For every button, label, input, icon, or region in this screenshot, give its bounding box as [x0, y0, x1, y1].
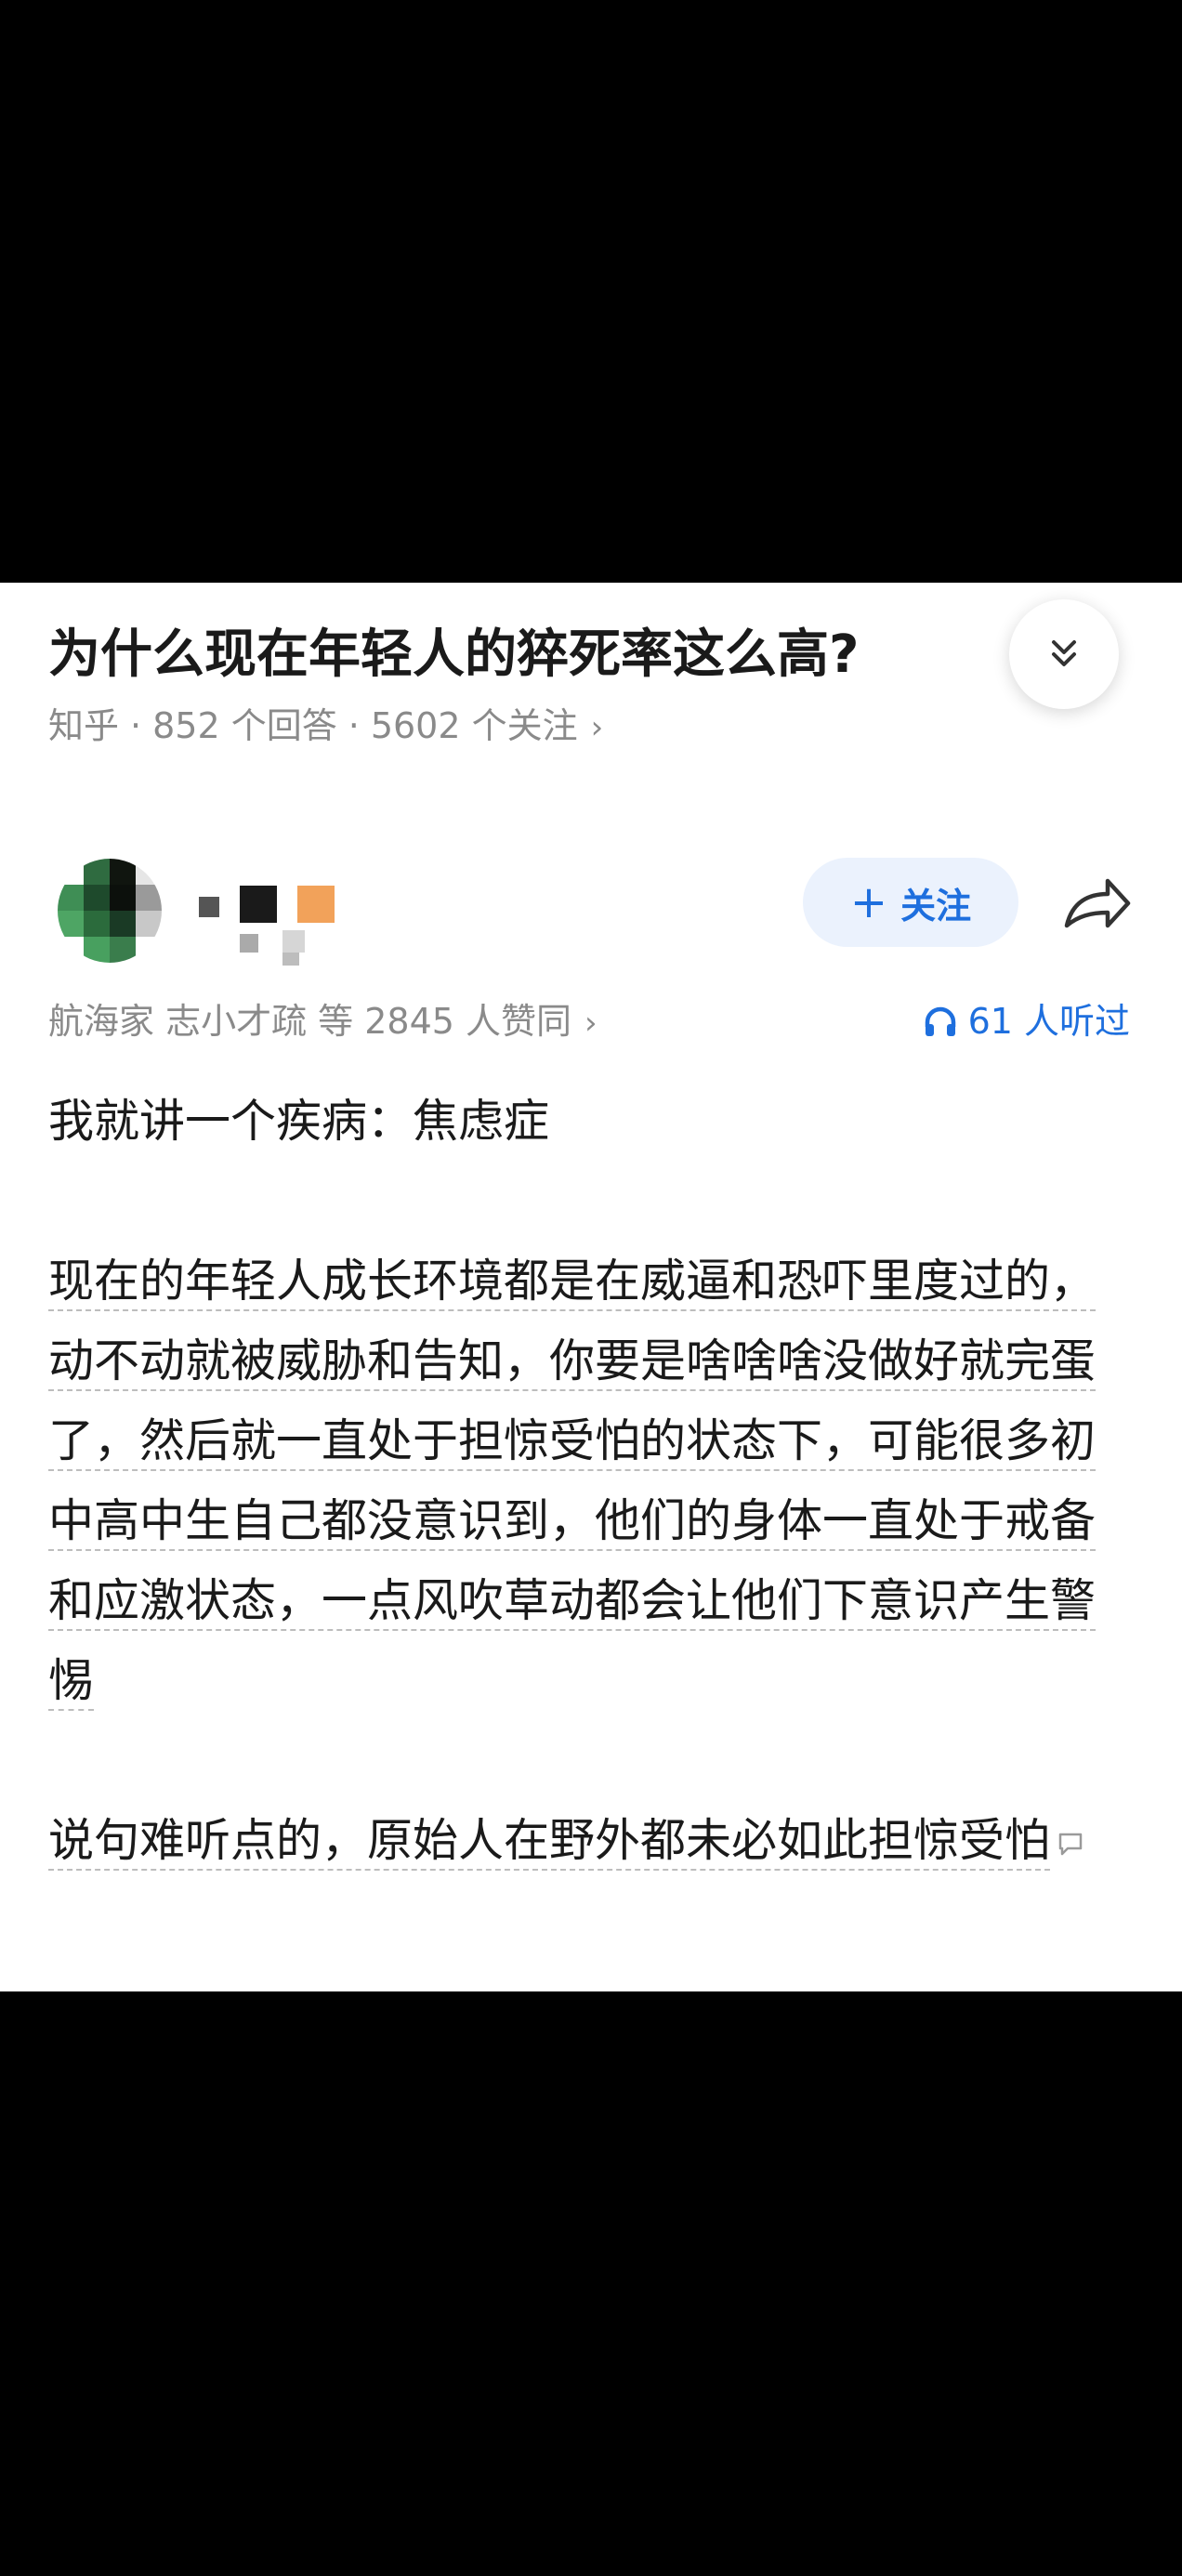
headphone-icon [925, 1006, 955, 1036]
followers-count: 5602 个关注 [370, 705, 578, 746]
collapse-button[interactable] [1009, 599, 1119, 709]
share-arrow-icon[interactable] [1059, 866, 1134, 940]
bottom-black-area [0, 1991, 1182, 2576]
answers-count: 852 个回答 [152, 705, 337, 746]
chevron-right-icon: › [584, 1005, 598, 1042]
source-label: 知乎 [48, 705, 120, 746]
double-chevron-down-icon [1052, 640, 1076, 666]
plus-icon: + [849, 876, 888, 928]
question-meta[interactable]: 知乎 · 852 个回答 · 5602 个关注 › [48, 700, 603, 754]
answer-paragraph: 我就讲一个疾病：焦虑症 [48, 1095, 550, 1148]
top-black-area [0, 0, 1182, 583]
follow-button[interactable]: + 关注 [803, 858, 1018, 947]
chevron-right-icon: › [590, 709, 604, 746]
author-name[interactable] [199, 861, 348, 966]
upvote-text: 航海家 志小才疏 等 2845 人赞同 [48, 1001, 572, 1042]
listened-text: 61 人听过 [967, 1001, 1130, 1042]
question-title[interactable]: 为什么现在年轻人的猝死率这么高? [48, 618, 987, 692]
answer-paragraph: 说句难听点的，原始人在野外都未必如此担惊受怕 [48, 1801, 1136, 1881]
answer-card: 为什么现在年轻人的猝死率这么高? 知乎 · 852 个回答 · 5602 个关注 › + … [0, 583, 1182, 1991]
author-avatar[interactable] [58, 859, 162, 963]
comment-bubble-icon[interactable] [1056, 1830, 1085, 1858]
upvote-summary[interactable]: 航海家 志小才疏 等 2845 人赞同 › [48, 995, 598, 1049]
follow-label: 关注 [900, 885, 972, 927]
answer-body: 我就讲一个疾病：焦虑症 现在的年轻人成长环境都是在威逼和恐吓里度过的，动不动就被… [48, 1082, 1136, 1881]
answer-paragraph: 现在的年轻人成长环境都是在威逼和恐吓里度过的，动不动就被威胁和告知，你要是啥啥啥… [48, 1255, 1097, 1707]
listened-count[interactable]: 61 人听过 [922, 995, 1130, 1047]
